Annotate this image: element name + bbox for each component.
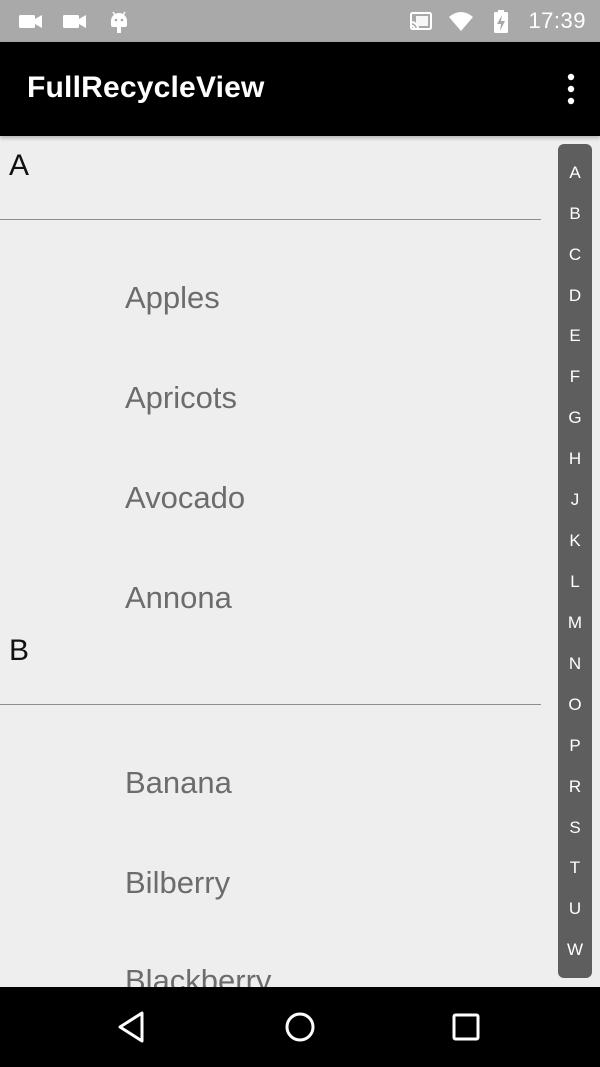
index-letter-b[interactable]: B — [558, 204, 592, 224]
list-item[interactable]: Bilberry — [125, 865, 230, 901]
index-letter-j[interactable]: J — [558, 490, 592, 510]
section-header-label: B — [9, 634, 30, 667]
app-title: FullRecycleView — [27, 71, 265, 104]
list-item[interactable]: Apricots — [125, 380, 237, 416]
section-header-b: B — [0, 621, 541, 705]
index-letter-f[interactable]: F — [558, 367, 592, 387]
index-letter-c[interactable]: C — [558, 245, 592, 265]
index-letter-h[interactable]: H — [558, 449, 592, 469]
navigation-bar — [0, 987, 600, 1067]
index-letter-t[interactable]: T — [558, 858, 592, 878]
cast-icon — [410, 12, 433, 30]
index-letter-l[interactable]: L — [558, 572, 592, 592]
index-letter-k[interactable]: K — [558, 531, 592, 551]
status-time: 17:39 — [528, 8, 586, 33]
status-bar: 17:39 — [0, 0, 600, 42]
section-header-label: A — [9, 149, 30, 182]
system-icons: 17:39 — [408, 8, 586, 34]
battery-charging-icon — [494, 10, 509, 33]
index-letter-p[interactable]: P — [558, 736, 592, 756]
recents-icon[interactable] — [448, 1009, 484, 1045]
index-letter-a[interactable]: A — [558, 163, 592, 183]
video-camera-icon — [63, 15, 86, 28]
index-letter-m[interactable]: M — [558, 613, 592, 633]
back-icon[interactable] — [115, 1009, 151, 1045]
index-letter-o[interactable]: O — [558, 695, 592, 715]
index-letter-r[interactable]: R — [558, 777, 592, 797]
index-letter-u[interactable]: U — [558, 899, 592, 919]
wifi-icon — [449, 12, 474, 31]
index-letter-w[interactable]: W — [558, 940, 592, 960]
video-camera-icon — [19, 15, 42, 28]
index-letter-n[interactable]: N — [558, 654, 592, 674]
list-item[interactable]: Avocado — [125, 480, 245, 516]
overflow-menu-icon[interactable] — [564, 72, 578, 106]
index-letter-g[interactable]: G — [558, 408, 592, 428]
notification-icons — [18, 8, 132, 34]
list-item[interactable]: Banana — [125, 765, 232, 801]
home-icon[interactable] — [282, 1009, 318, 1045]
alphabet-index-bar[interactable]: A B C D E F G H J K L M N O P R S T U W — [558, 144, 592, 978]
list-item[interactable]: Blackberry — [125, 963, 271, 987]
list-item[interactable]: Annona — [125, 580, 232, 616]
index-letter-s[interactable]: S — [558, 818, 592, 838]
list-item[interactable]: Apples — [125, 280, 220, 316]
recycler-list[interactable]: A Apples Apricots Avocado Annona B Banan… — [0, 136, 600, 987]
index-letter-d[interactable]: D — [558, 286, 592, 306]
section-header-a: A — [0, 136, 541, 220]
index-letter-e[interactable]: E — [558, 326, 592, 346]
app-bar: FullRecycleView — [0, 42, 600, 136]
android-icon — [111, 11, 127, 33]
